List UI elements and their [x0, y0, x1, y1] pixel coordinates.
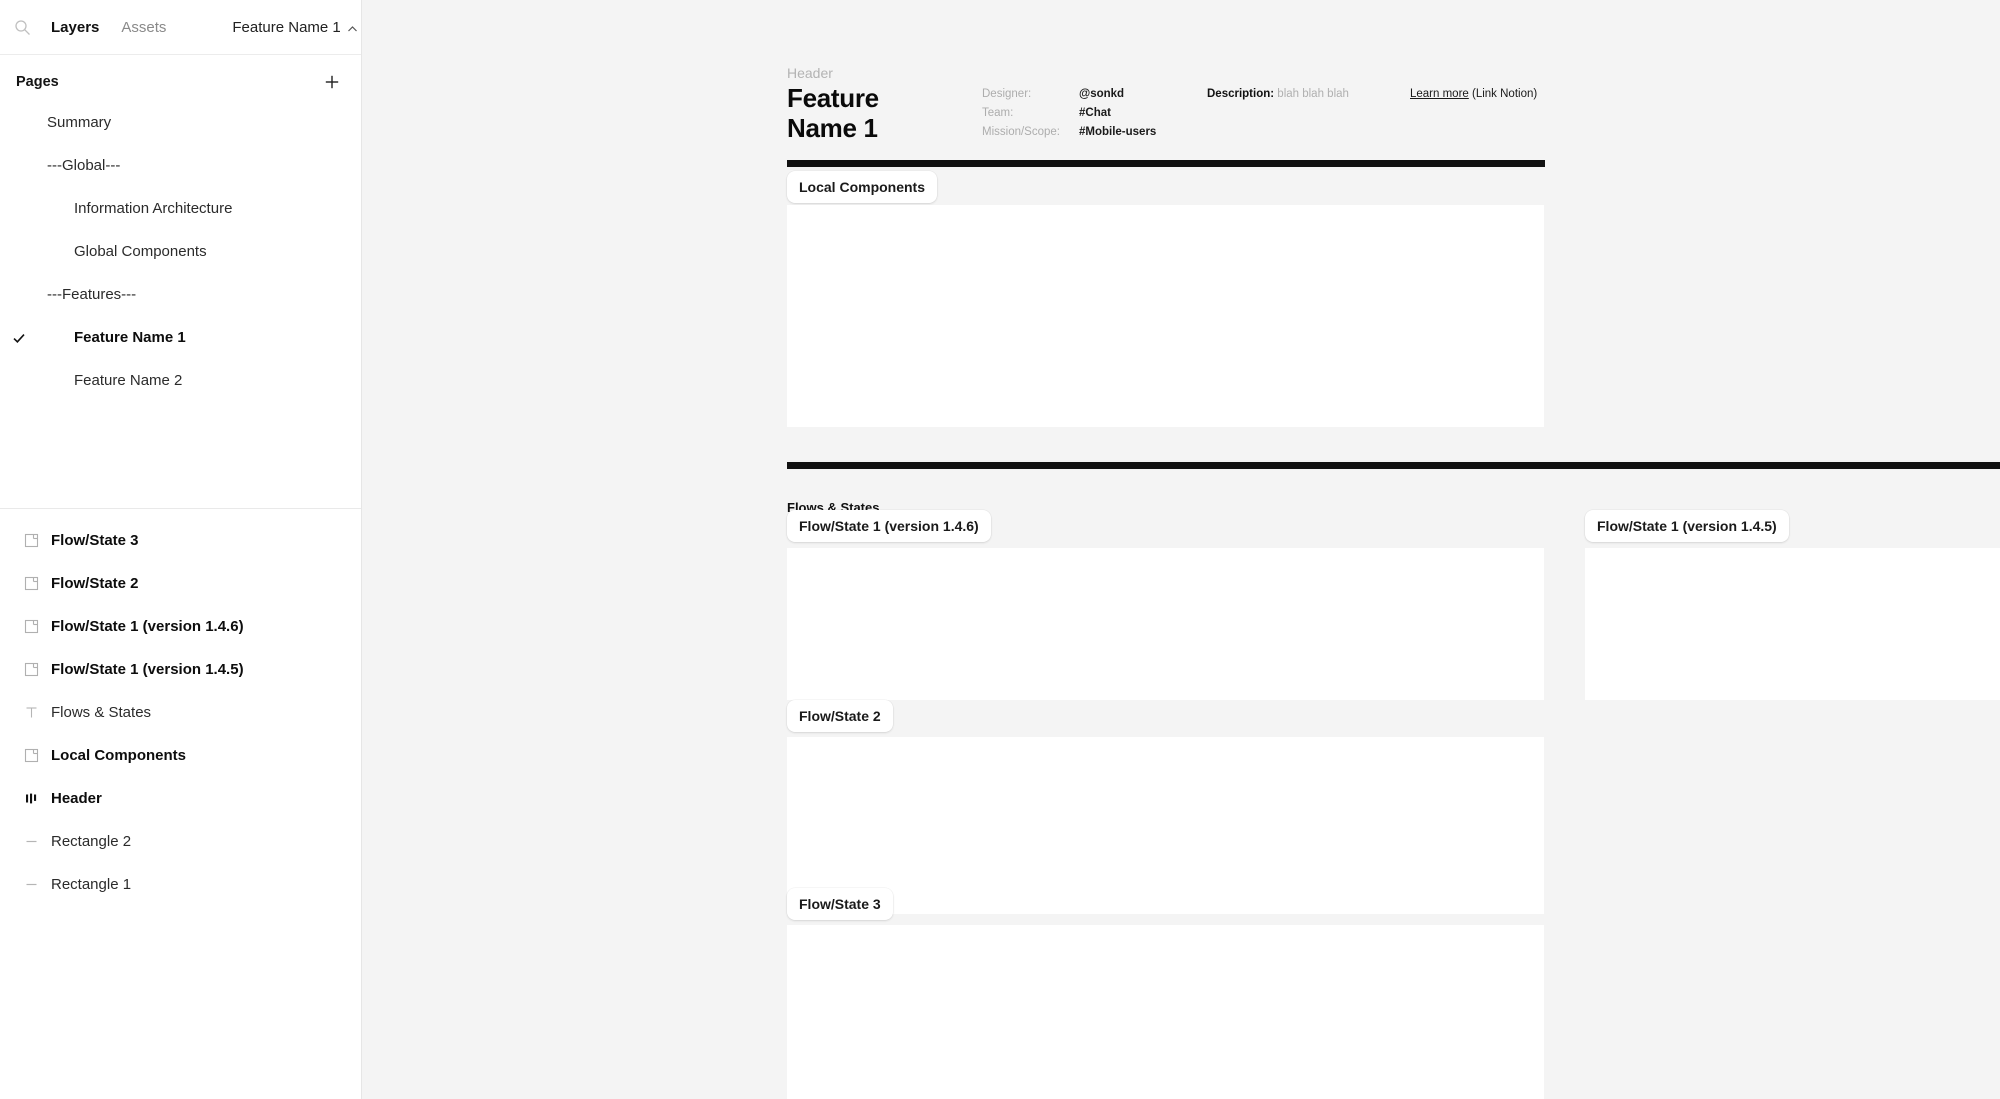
- frame-label-flow-state-1-145[interactable]: Flow/State 1 (version 1.4.5): [1585, 510, 1789, 542]
- frame-flow-state-2[interactable]: [787, 737, 1544, 914]
- metadata-row-mission-scope: Mission/Scope: #Mobile-users: [982, 123, 1156, 142]
- layer-row-header[interactable]: Header: [0, 777, 361, 820]
- frame-label-flow-state-1-146[interactable]: Flow/State 1 (version 1.4.6): [787, 510, 991, 542]
- sidebar-toolbar: Layers Assets Feature Name 1: [0, 0, 361, 55]
- page-row-feature-name-1[interactable]: Feature Name 1: [0, 316, 361, 359]
- layer-label: Header: [51, 790, 102, 807]
- layer-label: Flow/State 1 (version 1.4.5): [51, 661, 244, 678]
- section-rule-top: [787, 160, 1545, 167]
- frame-flow-state-1-146[interactable]: [787, 548, 1544, 700]
- pages-title: Pages: [16, 74, 59, 90]
- frame-icon: [16, 662, 46, 677]
- layer-label: Flows & States: [51, 704, 152, 721]
- frame-icon: [16, 619, 46, 634]
- page-label: Feature Name 2: [74, 372, 183, 389]
- layer-label: Local Components: [51, 747, 187, 764]
- pages-header: Pages: [0, 55, 361, 101]
- page-label: Feature Name 1: [74, 329, 186, 346]
- layer-label: Rectangle 2: [51, 833, 132, 850]
- layer-row-local-components[interactable]: Local Components: [0, 734, 361, 777]
- layer-row-rectangle-1[interactable]: Rectangle 1: [0, 863, 361, 906]
- file-name-label: Feature Name 1: [232, 18, 341, 36]
- page-row-global-components[interactable]: Global Components: [0, 230, 361, 273]
- file-name-dropdown[interactable]: Feature Name 1: [232, 19, 357, 36]
- page-row-information-architecture[interactable]: Information Architecture: [0, 187, 361, 230]
- page-row-feature-name-2[interactable]: Feature Name 2: [0, 359, 361, 402]
- metadata-row-team: Team: #Chat: [982, 104, 1156, 123]
- page-label: Information Architecture: [74, 200, 233, 217]
- description-value: blah blah blah: [1277, 88, 1349, 100]
- pages-list: Summary ---Global--- Information Archite…: [0, 101, 361, 408]
- text-icon: [16, 705, 46, 720]
- line-icon: [16, 877, 46, 892]
- layer-label: Flow/State 2: [51, 575, 139, 592]
- learn-more-suffix: (Link Notion): [1468, 88, 1538, 100]
- learn-more-link[interactable]: Learn more: [1410, 88, 1469, 100]
- page-title: Feature Name 1: [787, 83, 879, 144]
- layer-row-flow-state-3[interactable]: Flow/State 3: [0, 519, 361, 562]
- frame-icon: [16, 748, 46, 763]
- page-label: ---Global---: [47, 157, 121, 174]
- metadata-value: #Mobile-users: [1079, 126, 1157, 138]
- layer-row-flow-state-2[interactable]: Flow/State 2: [0, 562, 361, 605]
- metadata-row-designer: Designer: @sonkd: [982, 85, 1156, 104]
- frame-local-components[interactable]: [787, 205, 1544, 427]
- frame-icon: [16, 576, 46, 591]
- frame-label-flow-state-2[interactable]: Flow/State 2: [787, 700, 893, 732]
- metadata-value: @sonkd: [1079, 88, 1125, 100]
- left-sidebar: Layers Assets Feature Name 1 Pages Summa…: [0, 0, 362, 1099]
- layer-label: Flow/State 3: [51, 532, 139, 549]
- description-key: Description:: [1207, 88, 1275, 100]
- layer-row-rectangle-2[interactable]: Rectangle 2: [0, 820, 361, 863]
- layer-row-flow-state-1-146[interactable]: Flow/State 1 (version 1.4.6): [0, 605, 361, 648]
- component-icon: [16, 791, 46, 806]
- metadata-key: Team:: [982, 107, 1014, 119]
- metadata-key: Designer:: [982, 88, 1032, 100]
- frame-flow-state-1-145[interactable]: [1585, 548, 2000, 700]
- frame-label-flow-state-3[interactable]: Flow/State 3: [787, 888, 893, 920]
- frame-label-local-components[interactable]: Local Components: [787, 171, 938, 203]
- chevron-up-icon: [347, 22, 358, 33]
- frame-flow-state-3[interactable]: [787, 925, 1544, 1099]
- header-metadata: Designer: @sonkd Team: #Chat Mission/Sco…: [982, 85, 1156, 142]
- layer-row-flow-state-1-145[interactable]: Flow/State 1 (version 1.4.5): [0, 648, 361, 691]
- page-label: Global Components: [74, 243, 207, 260]
- page-row-global-divider[interactable]: ---Global---: [0, 144, 361, 187]
- plus-icon[interactable]: [321, 71, 343, 93]
- tab-assets[interactable]: Assets: [113, 15, 174, 40]
- search-icon[interactable]: [14, 16, 31, 38]
- page-label: ---Features---: [47, 286, 137, 303]
- frame-icon: [16, 533, 46, 548]
- check-icon: [0, 331, 38, 345]
- page-label: Summary: [47, 114, 112, 131]
- design-canvas[interactable]: Header Feature Name 1 Designer: @sonkd T…: [362, 0, 2000, 1099]
- layers-list: Flow/State 3 Flow/State 2 Flow/State 1 (…: [0, 509, 361, 906]
- header-kicker: Header: [787, 65, 833, 81]
- header-description: Description: blah blah blah: [1207, 85, 1349, 104]
- metadata-key: Mission/Scope:: [982, 126, 1060, 138]
- line-icon: [16, 834, 46, 849]
- layer-label: Rectangle 1: [51, 876, 132, 893]
- figma-window: Layers Assets Feature Name 1 Pages Summa…: [0, 0, 2000, 1099]
- metadata-value: #Chat: [1079, 107, 1111, 119]
- layer-label: Flow/State 1 (version 1.4.6): [51, 618, 244, 635]
- page-row-summary[interactable]: Summary: [0, 101, 361, 144]
- section-rule-middle: [787, 462, 2000, 469]
- tab-layers[interactable]: Layers: [43, 15, 107, 40]
- layer-row-flows-and-states[interactable]: Flows & States: [0, 691, 361, 734]
- page-row-features-divider[interactable]: ---Features---: [0, 273, 361, 316]
- header-link: Learn more (Link Notion): [1410, 85, 1537, 104]
